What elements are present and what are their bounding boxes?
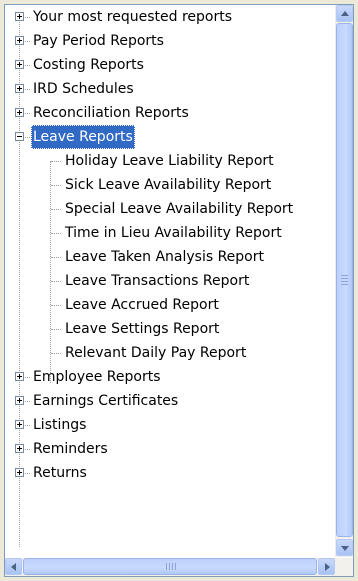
tree-node-label[interactable]: Reminders [31,437,110,461]
tree-node-label[interactable]: IRD Schedules [31,77,136,101]
tree-leaf-label[interactable]: Time in Lieu Availability Report [63,221,284,245]
expand-plus-icon[interactable] [15,108,24,117]
arrow-left-icon [11,563,16,571]
thumb-grip [175,563,176,570]
tree-leaf[interactable]: Leave Accrued Report [5,293,335,317]
tree-connector [25,17,30,18]
tree-leaf[interactable]: Leave Settings Report [5,317,335,341]
tree-node-label[interactable]: Earnings Certificates [31,389,180,413]
tree-connector [25,89,30,90]
tree-leaf[interactable]: Leave Transactions Report [5,269,335,293]
expand-plus-icon[interactable] [15,60,24,69]
tree-connector [25,377,30,378]
expand-plus-icon[interactable] [15,444,24,453]
arrow-up-icon [341,11,349,16]
tree-connector [51,353,61,354]
tree-node[interactable]: Your most requested reports [5,5,335,29]
tree-leaf-label[interactable]: Leave Accrued Report [63,293,221,317]
tree-node-label[interactable]: Employee Reports [31,365,163,389]
tree-node[interactable]: Returns [5,461,335,485]
tree-connector [25,401,30,402]
tree-node[interactable]: IRD Schedules [5,77,335,101]
expand-plus-icon[interactable] [15,84,24,93]
tree-connector [25,137,30,138]
tree-leaf[interactable]: Special Leave Availability Report [5,197,335,221]
vertical-scrollbar[interactable] [335,5,353,557]
tree-leaf-label[interactable]: Holiday Leave Liability Report [63,149,276,173]
tree-node[interactable]: Pay Period Reports [5,29,335,53]
thumb-grip [172,563,173,570]
tree-leaf-label[interactable]: Leave Settings Report [63,317,221,341]
scroll-left-button[interactable] [5,558,22,575]
tree-connector [51,329,61,330]
arrow-down-icon [341,546,349,551]
tree-connector [51,185,61,186]
thumb-grip [166,563,167,570]
tree-node-label[interactable]: Reconciliation Reports [31,101,191,125]
collapse-minus-icon[interactable] [15,132,24,141]
arrow-right-icon [325,563,330,571]
tree-node-label[interactable]: Pay Period Reports [31,29,166,53]
vertical-scroll-thumb[interactable] [336,23,353,537]
tree-connector [51,257,61,258]
thumb-grip [341,284,348,285]
tree-node-label[interactable]: Listings [31,413,88,437]
scroll-down-button[interactable] [336,539,353,556]
tree-connector [51,209,61,210]
tree-node-label[interactable]: Returns [31,461,89,485]
expand-plus-icon[interactable] [15,36,24,45]
tree-leaf[interactable]: Relevant Daily Pay Report [5,341,335,365]
tree-node[interactable]: Reminders [5,437,335,461]
tree-node[interactable]: Listings [5,413,335,437]
expand-plus-icon[interactable] [15,420,24,429]
tree-connector [25,425,30,426]
expand-plus-icon[interactable] [15,12,24,21]
tree-leaf-label[interactable]: Special Leave Availability Report [63,197,295,221]
tree-connector [51,305,61,306]
tree-leaf[interactable]: Time in Lieu Availability Report [5,221,335,245]
tree-node[interactable]: Costing Reports [5,53,335,77]
tree-node[interactable]: Earnings Certificates [5,389,335,413]
tree-leaf-label[interactable]: Leave Taken Analysis Report [63,245,266,269]
horizontal-scroll-thumb[interactable] [23,558,317,575]
tree-connector [25,449,30,450]
tree-connector [25,113,30,114]
tree-connector [25,41,30,42]
tree-leaf[interactable]: Sick Leave Availability Report [5,173,335,197]
scroll-right-button[interactable] [318,558,335,575]
tree-node[interactable]: Employee Reports [5,365,335,389]
tree-node[interactable]: Leave Reports [5,125,335,149]
report-tree-panel: Your most requested reports Pay Period Re… [4,4,354,577]
tree-node-label[interactable]: Costing Reports [31,53,146,77]
tree-connector [25,473,30,474]
thumb-grip [169,563,170,570]
tree-leaf-label[interactable]: Leave Transactions Report [63,269,251,293]
expand-plus-icon[interactable] [15,468,24,477]
tree-connector [51,161,61,162]
report-tree[interactable]: Your most requested reports Pay Period Re… [5,5,335,557]
tree-node-label[interactable]: Your most requested reports [31,5,234,29]
horizontal-scrollbar[interactable] [5,558,353,576]
tree-connector [51,233,61,234]
tree-leaf[interactable]: Holiday Leave Liability Report [5,149,335,173]
tree-leaf-label[interactable]: Relevant Daily Pay Report [63,341,248,365]
thumb-grip [341,281,348,282]
tree-connector [25,65,30,66]
expand-plus-icon[interactable] [15,372,24,381]
tree-connector [51,281,61,282]
thumb-grip [341,278,348,279]
thumb-grip [341,275,348,276]
scroll-up-button[interactable] [336,5,353,22]
tree-node-label[interactable]: Leave Reports [31,125,135,149]
expand-plus-icon[interactable] [15,396,24,405]
tree-leaf[interactable]: Leave Taken Analysis Report [5,245,335,269]
tree-leaf-label[interactable]: Sick Leave Availability Report [63,173,273,197]
tree-node[interactable]: Reconciliation Reports [5,101,335,125]
